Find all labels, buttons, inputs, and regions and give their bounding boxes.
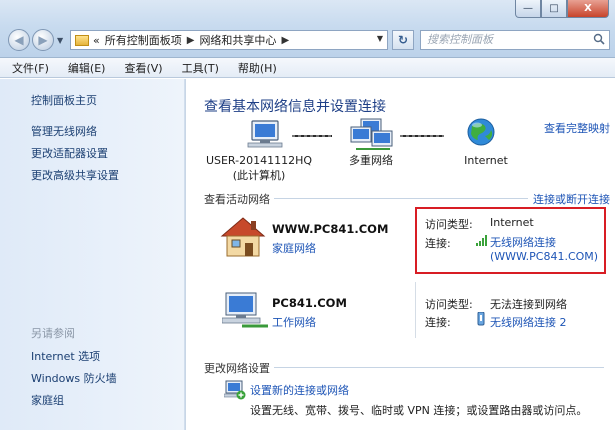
sidebar-item-firewall[interactable]: Windows 防火墙 xyxy=(31,370,117,386)
recent-pages-dropdown[interactable]: ▼ xyxy=(57,36,63,45)
see-also-heading: 另请参阅 xyxy=(31,327,75,340)
network-map xyxy=(247,118,495,150)
sidebar-item-homegroup[interactable]: 家庭组 xyxy=(31,392,64,408)
sidebar-item-manage-wireless[interactable]: 管理无线网络 xyxy=(31,123,97,139)
computer-node-label: USER-20141112HQ (此计算机) xyxy=(204,153,314,183)
multiple-networks-label: 多重网络 xyxy=(349,154,393,167)
multiple-networks-icon xyxy=(350,118,393,150)
main-content: 查看基本网络信息并设置连接 查看完整映射 USER-20141112HQ (此计… xyxy=(186,79,615,430)
highlight-box xyxy=(415,207,606,274)
house-icon xyxy=(220,217,266,257)
maximize-button[interactable]: □ xyxy=(541,0,567,18)
sidebar-item-advanced-sharing[interactable]: 更改高级共享设置 xyxy=(31,167,119,183)
menu-edit[interactable]: 编辑(E) xyxy=(68,60,106,76)
breadcrumb-separator-icon[interactable]: ▶ xyxy=(187,35,195,46)
search-icon[interactable] xyxy=(593,33,605,45)
section-divider xyxy=(274,367,604,368)
chevron-down-icon[interactable]: ▼ xyxy=(377,34,383,43)
network1-type-link[interactable]: 家庭网络 xyxy=(272,240,316,256)
window-controls: — □ X xyxy=(515,0,609,18)
connect-disconnect-link[interactable]: 连接或断开连接 xyxy=(533,191,610,207)
change-settings-heading: 更改网络设置 xyxy=(204,362,270,375)
new-connection-link[interactable]: 设置新的连接或网络 xyxy=(250,382,349,398)
work-network-icon xyxy=(222,292,268,328)
computer-subtitle: (此计算机) xyxy=(232,169,286,182)
menu-view[interactable]: 查看(V) xyxy=(124,60,162,76)
menu-file[interactable]: 文件(F) xyxy=(12,60,49,76)
sidebar-item-control-panel-home[interactable]: 控制面板主页 xyxy=(31,92,97,108)
network2-access-label: 访问类型: xyxy=(425,298,473,311)
menu-bar: 文件(F) 编辑(E) 查看(V) 工具(T) 帮助(H) xyxy=(0,58,615,78)
refresh-icon: ↻ xyxy=(397,33,409,47)
computer-icon xyxy=(247,120,283,148)
breadcrumb-chevron[interactable]: « xyxy=(93,34,100,47)
menu-help[interactable]: 帮助(H) xyxy=(238,60,277,76)
new-connection-icon xyxy=(224,380,246,400)
internet-label: Internet xyxy=(464,154,508,167)
active-networks-heading: 查看活动网络 xyxy=(204,193,270,206)
breadcrumb-separator-icon[interactable]: ▶ xyxy=(281,35,289,46)
network2-type-link[interactable]: 工作网络 xyxy=(272,314,316,330)
back-button[interactable]: ◀ xyxy=(8,29,30,51)
address-bar[interactable]: « 所有控制面板项 ▶ 网络和共享中心 ▶ ▼ xyxy=(70,30,388,50)
minimize-button[interactable]: — xyxy=(515,0,541,18)
network2-connection-label: 连接: xyxy=(425,316,451,329)
title-bar: — □ X ◀ ▶ ▼ « 所有控制面板项 ▶ 网络和共享中心 ▶ ▼ ↻ 搜索… xyxy=(0,0,615,58)
breadcrumb-network-center[interactable]: 网络和共享中心 xyxy=(199,32,276,48)
globe-icon xyxy=(467,118,495,146)
network2-connection-link[interactable]: 无线网络连接 2 xyxy=(490,314,567,330)
network2-name: PC841.COM xyxy=(272,296,347,310)
wireless-adapter-icon xyxy=(477,312,485,326)
search-placeholder: 搜索控制面板 xyxy=(427,33,493,46)
sidebar-item-adapter-settings[interactable]: 更改适配器设置 xyxy=(31,145,108,161)
sidebar-item-internet-options[interactable]: Internet 选项 xyxy=(31,348,100,364)
section-divider xyxy=(274,198,528,199)
refresh-button[interactable]: ↻ xyxy=(392,30,414,50)
control-panel-icon xyxy=(75,34,89,46)
menu-tools[interactable]: 工具(T) xyxy=(182,60,219,76)
search-input[interactable]: 搜索控制面板 xyxy=(420,30,610,50)
arrow-left-icon: ◀ xyxy=(14,33,24,47)
breadcrumb-all-items[interactable]: 所有控制面板项 xyxy=(105,32,182,48)
network1-name: WWW.PC841.COM xyxy=(272,222,389,236)
network2-divider xyxy=(415,282,416,338)
network2-access-value: 无法连接到网络 xyxy=(490,298,567,311)
arrow-right-icon: ▶ xyxy=(38,33,48,47)
new-connection-description: 设置无线、宽带、拨号、临时或 VPN 连接；或设置路由器或访问点。 xyxy=(250,404,588,417)
close-button[interactable]: X xyxy=(567,0,609,18)
sidebar: 控制面板主页 管理无线网络 更改适配器设置 更改高级共享设置 另请参阅 Inte… xyxy=(0,79,185,430)
computer-name: USER-20141112HQ xyxy=(205,154,313,167)
forward-button[interactable]: ▶ xyxy=(32,29,54,51)
